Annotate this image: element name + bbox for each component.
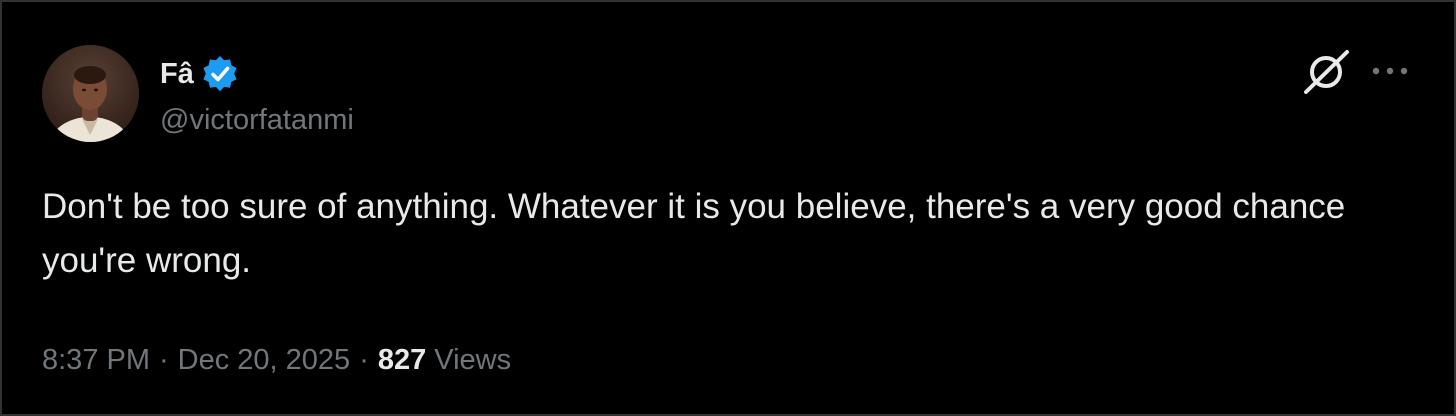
avatar-image <box>42 45 139 142</box>
tweet-date[interactable]: Dec 20, 2025 <box>178 344 351 377</box>
meta-separator: · <box>359 343 369 376</box>
more-horizontal-icon[interactable] <box>1366 56 1414 86</box>
views-count[interactable]: 827 <box>378 344 426 377</box>
author-handle[interactable]: @victorfatanmi <box>160 100 354 140</box>
grok-icon[interactable] <box>1300 48 1352 94</box>
meta-separator: · <box>159 343 169 376</box>
verified-badge-icon[interactable] <box>200 54 240 94</box>
tweet-meta: 8:37 PM · Dec 20, 2025 · 827 Views <box>42 338 511 382</box>
author-avatar[interactable] <box>42 45 139 142</box>
author-display-name[interactable]: Fâ <box>160 56 194 92</box>
tweet-card: Fâ @victorfatanmi Don't be too sure of a… <box>0 0 1456 416</box>
author-name-row[interactable]: Fâ <box>160 54 240 94</box>
views-label[interactable]: Views <box>434 344 511 377</box>
tweet-time[interactable]: 8:37 PM <box>42 344 150 377</box>
tweet-text: Don't be too sure of anything. Whatever … <box>42 187 1346 280</box>
